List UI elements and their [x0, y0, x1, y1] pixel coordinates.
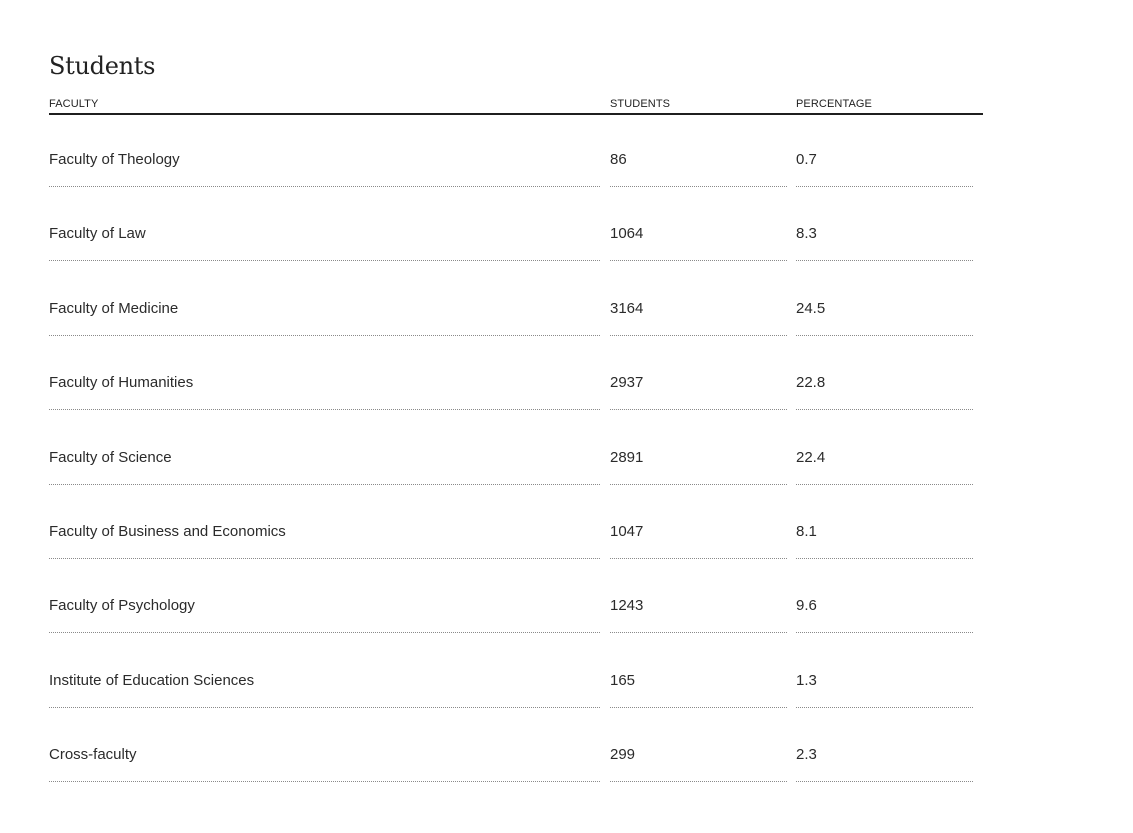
cell-faculty: Faculty of Psychology	[49, 561, 600, 634]
table-row: Faculty of Theology 86 0.7	[49, 115, 983, 189]
cell-percentage: 8.1	[796, 487, 973, 559]
cell-faculty: Faculty of Humanities	[49, 338, 600, 411]
table-row: Faculty of Psychology 1243 9.6	[49, 561, 983, 635]
cell-students: 86	[610, 115, 787, 187]
cell-percentage: 22.8	[796, 338, 973, 411]
cell-percentage: 2.3	[796, 710, 973, 783]
table-title: Students	[49, 52, 156, 80]
cell-faculty: Faculty of Medicine	[49, 264, 600, 336]
students-count: 1047	[610, 522, 644, 540]
cell-students: 299	[610, 710, 787, 783]
header-students: STUDENTS	[610, 98, 671, 110]
percentage-value: 24.5	[796, 299, 826, 317]
percentage-value: 9.6	[796, 597, 817, 615]
table-header-row: FACULTY STUDENTS PERCENTAGE	[49, 86, 983, 115]
table-row: Faculty of Business and Economics 1047 8…	[49, 487, 983, 561]
faculty-name: Faculty of Medicine	[49, 299, 179, 317]
table-row: Faculty of Humanities 2937 22.8	[49, 338, 983, 412]
header-percentage: PERCENTAGE	[796, 98, 872, 110]
percentage-value: 8.1	[796, 522, 817, 540]
faculty-name: Faculty of Business and Economics	[49, 522, 286, 540]
cell-students: 2891	[610, 413, 787, 485]
students-count: 2937	[610, 374, 644, 392]
cell-faculty: Faculty of Science	[49, 413, 600, 485]
cell-faculty: Faculty of Law	[49, 189, 600, 262]
cell-students: 2937	[610, 338, 787, 411]
cell-students: 1064	[610, 189, 787, 262]
students-table-section: Students FACULTY STUDENTS PERCENTAGE Fac…	[49, 50, 983, 785]
table-row: Faculty of Medicine 3164 24.5	[49, 264, 983, 338]
table-row: Faculty of Science 2891 22.4	[49, 413, 983, 487]
faculty-name: Institute of Education Sciences	[49, 671, 255, 689]
cell-percentage: 24.5	[796, 264, 973, 336]
cell-percentage: 8.3	[796, 189, 973, 262]
percentage-value: 22.8	[796, 374, 826, 392]
students-count: 86	[610, 151, 627, 168]
cell-students: 165	[610, 636, 787, 708]
table-body: Faculty of Theology 86 0.7 Faculty of La…	[49, 115, 983, 785]
header-faculty: FACULTY	[49, 98, 99, 110]
students-count: 1064	[610, 225, 644, 243]
cell-faculty: Cross-faculty	[49, 710, 600, 783]
percentage-value: 2.3	[796, 746, 817, 764]
cell-faculty: Faculty of Theology	[49, 115, 600, 187]
cell-students: 3164	[610, 264, 787, 336]
students-count: 299	[610, 746, 636, 764]
table-row: Faculty of Law 1064 8.3	[49, 189, 983, 263]
percentage-value: 1.3	[796, 671, 817, 689]
percentage-value: 22.4	[796, 448, 826, 466]
students-count: 165	[610, 671, 636, 689]
students-count: 2891	[610, 448, 644, 466]
cell-percentage: 1.3	[796, 636, 973, 708]
faculty-name: Faculty of Law	[49, 225, 146, 243]
cell-percentage: 9.6	[796, 561, 973, 634]
cell-percentage: 0.7	[796, 115, 973, 187]
table-row: Institute of Education Sciences 165 1.3	[49, 636, 983, 710]
percentage-value: 8.3	[796, 225, 817, 243]
faculty-name: Faculty of Science	[49, 448, 172, 466]
cell-students: 1243	[610, 561, 787, 634]
students-count: 1243	[610, 597, 644, 615]
faculty-name: Faculty of Psychology	[49, 597, 195, 615]
cell-faculty: Faculty of Business and Economics	[49, 487, 600, 559]
cell-percentage: 22.4	[796, 413, 973, 485]
students-count: 3164	[610, 299, 644, 317]
cell-faculty: Institute of Education Sciences	[49, 636, 600, 708]
faculty-name: Faculty of Humanities	[49, 374, 194, 392]
cell-students: 1047	[610, 487, 787, 559]
percentage-value: 0.7	[796, 151, 817, 168]
table-row: Cross-faculty 299 2.3	[49, 710, 983, 784]
faculty-name: Cross-faculty	[49, 746, 137, 764]
faculty-name: Faculty of Theology	[49, 151, 180, 168]
